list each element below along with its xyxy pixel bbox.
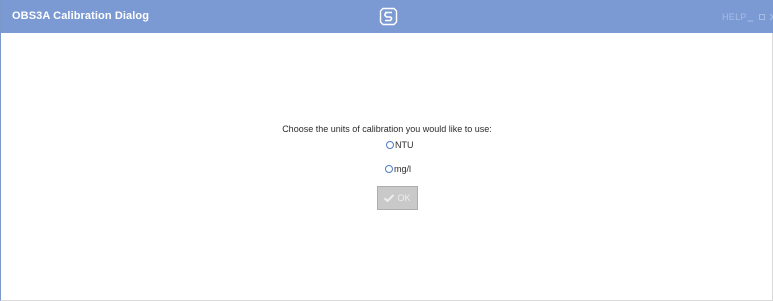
calibration-dialog-window: OBS3A Calibration Dialog HELP Choose the… [0, 0, 773, 301]
radio-label-mg-per-l: mg/l [394, 164, 412, 174]
radio-button-ntu[interactable] [386, 141, 394, 149]
radio-option-mg-per-l[interactable]: mg/l [385, 163, 411, 175]
minimize-icon[interactable] [747, 13, 754, 22]
radio-label-ntu: NTU [395, 140, 414, 150]
maximize-icon[interactable] [759, 14, 765, 20]
radio-button-mg-per-l[interactable] [385, 165, 393, 173]
ok-button[interactable]: OK [377, 186, 418, 210]
window-title: OBS3A Calibration Dialog [12, 10, 150, 22]
campbell-scientific-logo-icon [379, 7, 398, 26]
radio-option-ntu[interactable]: NTU [386, 139, 414, 151]
ok-button-label: OK [397, 193, 411, 203]
checkmark-icon [384, 194, 395, 202]
title-bar[interactable]: OBS3A Calibration Dialog HELP [1, 0, 773, 33]
units-prompt: Choose the units of calibration you woul… [282, 124, 492, 134]
help-button[interactable]: HELP [722, 12, 747, 22]
